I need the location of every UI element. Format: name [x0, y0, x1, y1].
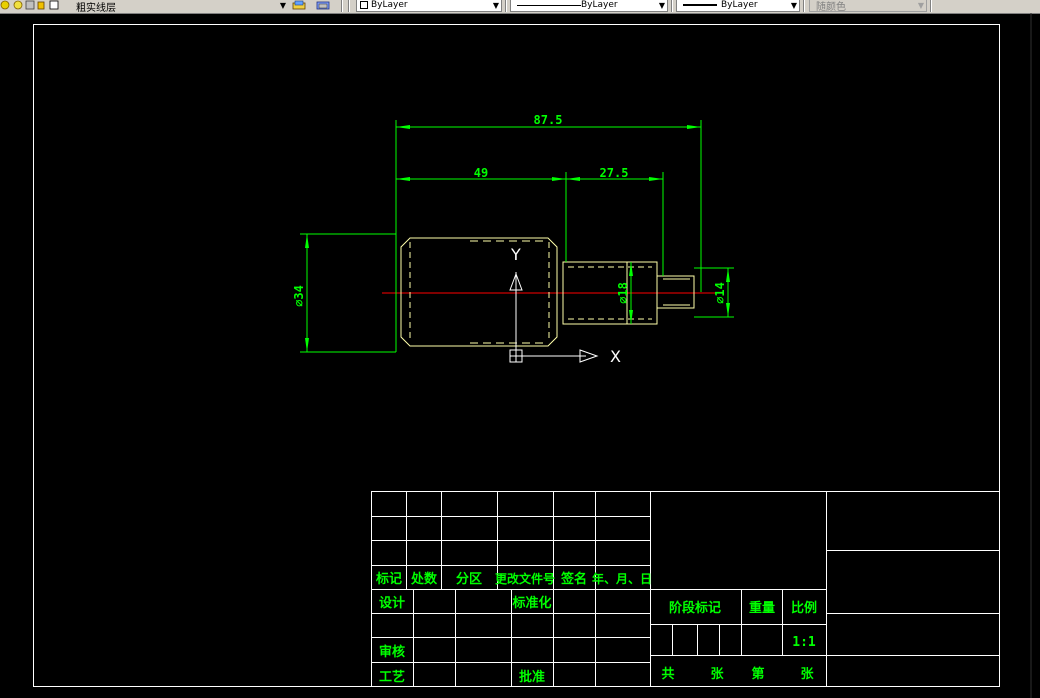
separator — [505, 0, 507, 12]
plotstyle-value: 随颜色 — [816, 2, 846, 13]
properties-toolbar: 粗实线层 ▼ ByLayer ▼ ByLayer ▼ ByLayer ▼ 随颜色… — [0, 0, 1040, 14]
tb-zhongliang: 重量 — [749, 600, 775, 616]
tb-di: 第 — [751, 666, 764, 682]
tb-date: 年、月、日 — [592, 571, 652, 586]
tb-scale-value: 1:1 — [792, 635, 816, 650]
separator — [671, 0, 673, 12]
tb-zhang1: 张 — [710, 667, 724, 682]
dim-dia-body-text: ⌀34 — [292, 285, 306, 307]
chevron-down-icon: ▼ — [790, 1, 797, 10]
separator — [930, 0, 932, 12]
dim-dia-end-text: ⌀14 — [713, 282, 727, 304]
tb-jieduan: 阶段标记 — [669, 600, 721, 616]
tb-fenqu: 分区 — [456, 571, 482, 587]
tb-sheji: 设计 — [379, 595, 405, 611]
drawing-canvas[interactable]: 87.5 49 27.5 ⌀34 ⌀18 ⌀14 Y X 标记 处数 分区 更改… — [0, 13, 1040, 698]
separator — [341, 0, 343, 12]
tb-genggai: 更改文件号 — [495, 571, 555, 586]
dim-dia-mid-text: ⌀18 — [616, 282, 630, 304]
dimension-texts: 87.5 49 27.5 ⌀34 ⌀18 ⌀14 — [292, 113, 727, 307]
chevron-down-icon: ▼ — [917, 1, 924, 10]
plotstyle-control-dropdown[interactable]: 随颜色 ▼ — [809, 0, 927, 13]
tb-biaoji: 标记 — [375, 571, 402, 587]
tb-shenhe: 审核 — [379, 644, 405, 660]
chevron-down-icon: ▼ — [492, 1, 499, 10]
lineweight-control-dropdown[interactable]: ByLayer ▼ — [676, 0, 800, 12]
tb-pizhun: 批准 — [519, 669, 545, 685]
tb-zhang2: 张 — [800, 667, 814, 682]
linetype-preview-icon — [517, 5, 581, 6]
ucs-y-label: Y — [510, 245, 521, 264]
color-swatch — [360, 1, 368, 9]
ucs-x-label: X — [610, 347, 621, 366]
make-current-layer-icon[interactable] — [291, 0, 309, 11]
lineweight-preview-icon — [683, 4, 717, 6]
tb-qianming: 签名 — [560, 571, 587, 587]
dimensions — [300, 120, 734, 353]
dim-body-text: 49 — [474, 166, 488, 180]
tb-chushu: 处数 — [410, 571, 438, 587]
separator — [348, 0, 350, 12]
layer-dropdown[interactable]: 粗实线层 ▼ — [62, 0, 288, 14]
layer-state-icons[interactable] — [0, 0, 70, 11]
linetype-control-dropdown[interactable]: ByLayer ▼ — [510, 0, 668, 12]
layer-name: 粗实线层 — [76, 2, 116, 14]
layer-previous-icon[interactable] — [315, 0, 333, 11]
tb-biaozhunhua: 标准化 — [511, 595, 551, 611]
part-outline — [400, 237, 695, 347]
chevron-down-icon: ▼ — [279, 1, 286, 10]
separator — [803, 0, 805, 12]
ucs-icon — [509, 272, 599, 363]
dim-shaft-text: 27.5 — [600, 166, 629, 180]
tb-bili: 比例 — [791, 600, 817, 616]
tb-gongyi: 工艺 — [379, 669, 405, 685]
tb-gong: 共 — [661, 666, 674, 682]
dim-overall-text: 87.5 — [534, 113, 563, 127]
color-control-dropdown[interactable]: ByLayer ▼ — [356, 0, 502, 12]
title-block — [371, 491, 1000, 687]
chevron-down-icon: ▼ — [658, 1, 665, 10]
